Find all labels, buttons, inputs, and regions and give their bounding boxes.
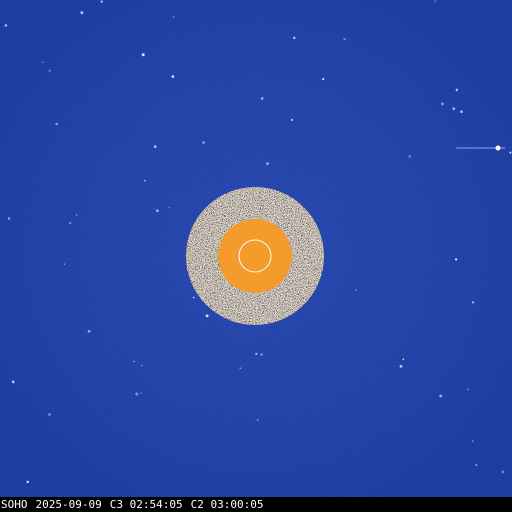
star — [322, 78, 325, 81]
star — [501, 470, 505, 474]
star — [239, 367, 242, 370]
star — [144, 179, 146, 182]
star — [7, 217, 11, 220]
star — [55, 122, 58, 126]
star — [471, 440, 474, 443]
c3-time-label: C3 02:54:05 — [109, 498, 183, 511]
star — [408, 155, 412, 158]
c2-time-label: C2 03:00:05 — [190, 498, 264, 511]
star — [26, 480, 29, 484]
star — [399, 364, 403, 368]
status-bar: SOHO 2025-09-09 C3 02:54:05 C2 03:00:05 — [0, 497, 512, 512]
star — [68, 221, 72, 225]
star — [41, 61, 44, 64]
star — [135, 392, 139, 396]
star — [63, 263, 66, 265]
star — [87, 329, 91, 333]
star — [402, 358, 405, 361]
star — [343, 37, 346, 41]
star — [80, 11, 84, 15]
star — [153, 145, 157, 148]
star — [11, 380, 15, 384]
star — [133, 360, 135, 363]
star — [140, 392, 142, 394]
observatory-label: SOHO — [1, 498, 28, 511]
star — [441, 102, 444, 106]
coronagraph-view: SOHO 2025-09-09 C3 02:54:05 C2 03:00:05 — [0, 0, 512, 512]
star — [156, 209, 159, 213]
star — [192, 296, 195, 299]
star — [141, 364, 143, 367]
star — [256, 419, 259, 422]
star — [260, 353, 263, 356]
star — [172, 16, 175, 18]
coronagraph-image — [0, 0, 512, 497]
star — [455, 88, 458, 91]
star — [439, 394, 443, 398]
star — [266, 162, 269, 166]
star — [454, 258, 458, 261]
star — [205, 314, 209, 318]
star — [434, 0, 437, 3]
star — [141, 53, 145, 57]
star — [290, 118, 294, 122]
star — [260, 96, 264, 100]
star — [171, 75, 175, 78]
star — [255, 352, 258, 355]
star — [472, 301, 475, 304]
star — [48, 413, 51, 416]
star — [293, 36, 296, 40]
occulter-disk — [218, 219, 292, 293]
star — [75, 214, 78, 216]
star — [467, 388, 469, 391]
star — [100, 0, 103, 3]
star — [475, 464, 478, 466]
star — [355, 289, 357, 291]
star — [202, 141, 205, 144]
star — [509, 151, 512, 154]
star — [460, 110, 463, 113]
star — [48, 69, 51, 72]
star — [4, 24, 8, 27]
date-label: 2025-09-09 — [35, 498, 102, 511]
star — [452, 107, 456, 111]
star — [168, 206, 170, 209]
